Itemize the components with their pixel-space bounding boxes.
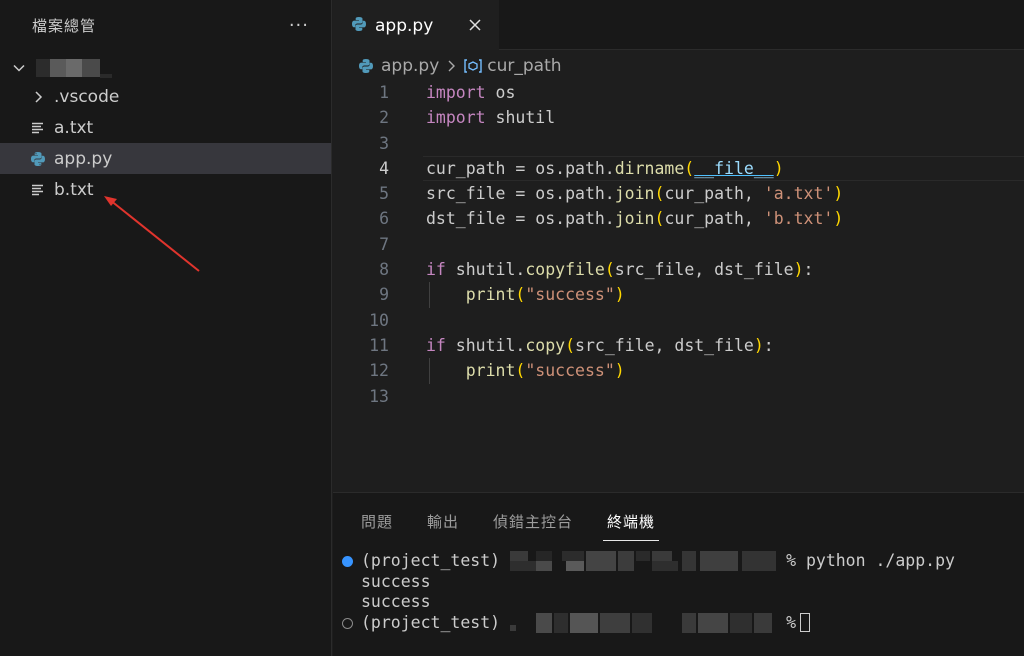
tree-item-a-txt[interactable]: a.txt xyxy=(0,112,331,143)
text-file-icon xyxy=(28,119,48,137)
tree-item-label: app.py xyxy=(54,148,113,169)
redacted-folder-name xyxy=(36,58,112,78)
chevron-right-icon xyxy=(447,59,457,73)
code-text: print("success") xyxy=(465,361,625,381)
terminal-output: success xyxy=(361,592,431,611)
line-number: 11 xyxy=(369,335,389,355)
terminal[interactable]: (project_test) % python ./app.py success… xyxy=(333,551,1024,633)
prompt-env: (project_test) xyxy=(361,612,501,632)
line-number: 13 xyxy=(369,386,389,406)
keyword-token: import xyxy=(426,108,486,128)
line-number: 10 xyxy=(369,310,389,330)
terminal-command: % python ./app.py xyxy=(786,551,955,570)
code-line: 10 xyxy=(333,308,1024,333)
redacted-path xyxy=(506,612,780,633)
tree-item-label: b.txt xyxy=(54,179,94,200)
more-actions-icon[interactable]: ··· xyxy=(289,15,309,36)
terminal-cursor xyxy=(800,613,811,633)
line-number: 3 xyxy=(379,133,389,153)
tree-item-label: .vscode xyxy=(54,86,120,107)
code-line: 8 if shutil.copyfile(src_file, dst_file): xyxy=(333,257,1024,282)
code-editor[interactable]: 1 import os 2 import shutil 3 4 cur_path = … xyxy=(333,80,1024,490)
tree-item-b-txt[interactable]: b.txt xyxy=(0,174,331,205)
python-icon xyxy=(28,150,48,168)
tab-terminal[interactable]: 終端機 xyxy=(603,511,660,541)
breadcrumb: app.py cur_path xyxy=(358,54,562,78)
line-number: 8 xyxy=(379,260,389,280)
code-line: 7 xyxy=(333,232,1024,257)
code-text: print("success") xyxy=(465,285,625,305)
python-icon xyxy=(351,16,367,36)
tab-problems[interactable]: 問題 xyxy=(361,511,393,541)
line-number: 7 xyxy=(379,234,389,254)
code-line: 6 dst_file = os.path.join(cur_path, 'b.tx… xyxy=(333,206,1024,231)
keyword-token: import xyxy=(426,83,486,102)
chevron-right-icon[interactable] xyxy=(28,88,48,106)
tab-output[interactable]: 輸出 xyxy=(427,511,459,541)
code-line: 11 if shutil.copy(src_file, dst_file): xyxy=(333,333,1024,358)
code-line: 13 xyxy=(333,384,1024,409)
code-text: if shutil.copyfile(src_file, dst_file): xyxy=(426,260,814,280)
terminal-output-line: success xyxy=(333,592,1024,613)
variable-symbol-icon xyxy=(463,58,483,74)
tree-item-vscode[interactable]: .vscode xyxy=(0,81,331,112)
tree-item-label: a.txt xyxy=(54,117,94,138)
line-number: 12 xyxy=(369,361,389,381)
redacted-path xyxy=(506,551,780,572)
python-icon xyxy=(358,58,374,74)
code-line: 12 print("success") xyxy=(333,358,1024,384)
terminal-command-line: (project_test) % python ./app.py xyxy=(333,551,1024,572)
line-number: 5 xyxy=(379,184,389,204)
code-line: 9 print("success") xyxy=(333,282,1024,308)
code-line: 1 import os xyxy=(333,80,1024,105)
line-number: 1 xyxy=(379,83,389,102)
code-text: src_file = os.path.join(cur_path, 'a.txt… xyxy=(426,184,844,204)
panel-tabs: 問題 輸出 偵錯主控台 終端機 xyxy=(361,511,660,541)
tab-app-py[interactable]: app.py xyxy=(333,0,499,50)
code-text: dst_file = os.path.join(cur_path, 'b.txt… xyxy=(426,209,844,229)
command-success-icon[interactable] xyxy=(342,556,353,567)
code-text: import shutil xyxy=(426,108,556,128)
prompt-end: % xyxy=(786,612,797,632)
code-text: if shutil.copy(src_file, dst_file): xyxy=(426,335,774,355)
close-icon[interactable] xyxy=(465,14,485,36)
terminal-output: success xyxy=(361,571,431,591)
tree-root-folder[interactable] xyxy=(0,54,331,81)
code-line-active: 4 cur_path = os.path.dirname(__file__) xyxy=(333,155,1024,182)
breadcrumb-symbol[interactable]: cur_path xyxy=(487,56,561,76)
code-text: cur_path = os.path.dirname(__file__) xyxy=(426,158,784,178)
code-line: 2 import shutil xyxy=(333,105,1024,130)
file-tree: .vscode a.txt app.py b.txt xyxy=(0,54,331,205)
text-file-icon xyxy=(28,181,48,199)
terminal-output-line: success xyxy=(333,572,1024,593)
explorer-sidebar: 檔案總管 ··· .vscode a.txt app.py b.txt xyxy=(0,0,332,656)
code-line: 3 xyxy=(333,131,1024,156)
breadcrumb-file[interactable]: app.py xyxy=(381,56,439,76)
terminal-prompt-line: (project_test) % xyxy=(333,613,1024,634)
line-number: 4 xyxy=(379,158,389,178)
explorer-title: 檔案總管 xyxy=(32,16,97,35)
tree-item-app-py[interactable]: app.py xyxy=(0,143,331,174)
line-number: 2 xyxy=(379,108,389,128)
code-line: 5 src_file = os.path.join(cur_path, 'a.tx… xyxy=(333,181,1024,206)
line-number: 9 xyxy=(379,285,389,305)
editor-tab-bar: app.py xyxy=(333,0,1024,50)
tab-debug-console[interactable]: 偵錯主控台 xyxy=(493,511,573,541)
code-text: import os xyxy=(426,83,516,102)
command-pending-icon[interactable] xyxy=(342,617,353,629)
tab-label: app.py xyxy=(375,15,434,36)
line-number: 6 xyxy=(379,209,389,229)
explorer-header: 檔案總管 ··· xyxy=(0,0,331,50)
chevron-down-icon[interactable] xyxy=(10,61,28,75)
prompt-env: (project_test) xyxy=(361,551,501,570)
bottom-panel: 問題 輸出 偵錯主控台 終端機 (project_test) % python … xyxy=(333,492,1024,656)
